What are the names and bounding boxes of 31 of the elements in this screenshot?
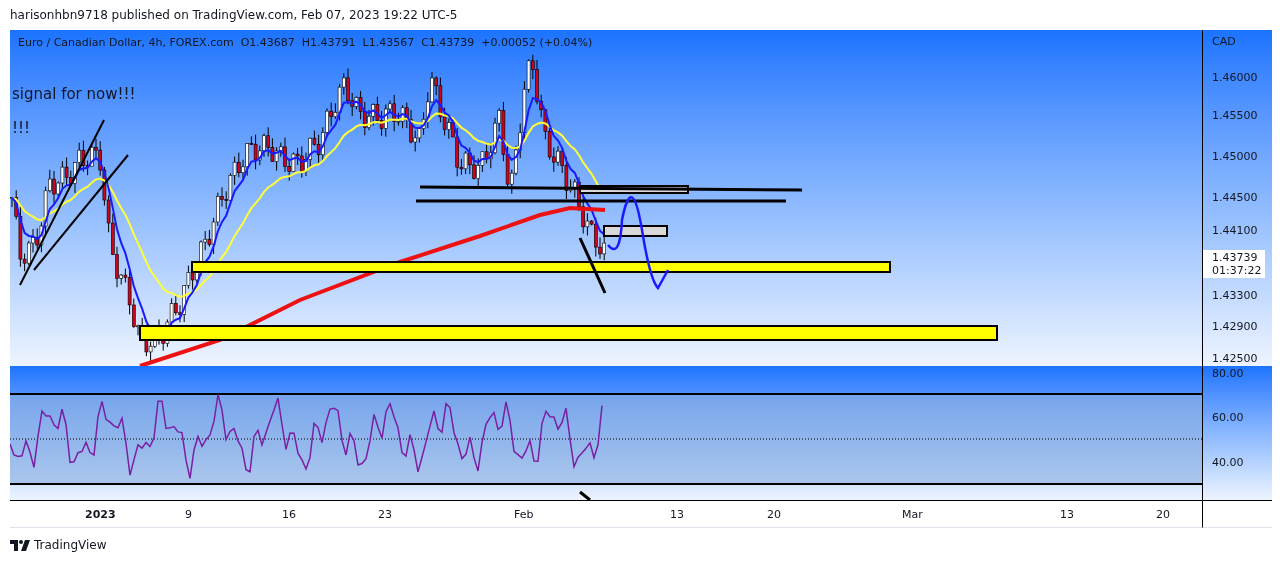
time-tick: 20 bbox=[1156, 506, 1170, 523]
price-tick: 1.43300 bbox=[1212, 287, 1258, 304]
chart-annotation: signal for now!!! bbox=[12, 83, 136, 105]
price-tick: 1.45500 bbox=[1212, 107, 1258, 124]
price-tick: 1.44100 bbox=[1212, 222, 1258, 239]
trend-line bbox=[578, 236, 607, 294]
time-tick: 2023 bbox=[85, 506, 116, 523]
time-tick: 9 bbox=[185, 506, 192, 523]
time-tick: 13 bbox=[1060, 506, 1074, 523]
time-tick: Feb bbox=[514, 506, 534, 523]
time-tick: 20 bbox=[767, 506, 781, 523]
time-tick: 23 bbox=[378, 506, 392, 523]
time-tick: 13 bbox=[670, 506, 684, 523]
chart-legend: Euro / Canadian Dollar, 4h, FOREX.com O1.43687 H1.43791 L1.43567 C1.43739 +0.00052 (+0.04%) bbox=[18, 34, 593, 52]
currency-label: CAD bbox=[1212, 33, 1236, 50]
rsi-tick: 40.00 bbox=[1212, 454, 1244, 471]
time-tick: 16 bbox=[282, 506, 296, 523]
time-tick: Mar bbox=[902, 506, 923, 523]
price-tick: 1.44500 bbox=[1212, 189, 1258, 206]
zone-rectangle bbox=[603, 224, 668, 237]
last-price-label: 1.43739 01:37:22 bbox=[1203, 249, 1265, 278]
price-tick: 1.42500 bbox=[1212, 350, 1258, 367]
brand-name: TradingView bbox=[34, 537, 107, 555]
logo-icon bbox=[10, 539, 30, 551]
publisher-line: harisonhbn9718 published on TradingView.com, Feb 07, 2023 19:22 UTC-5 bbox=[10, 6, 458, 24]
price-tick: 1.46000 bbox=[1212, 69, 1258, 86]
rsi-tick: 80.00 bbox=[1212, 365, 1244, 382]
chart-annotation: !!! bbox=[12, 118, 32, 140]
price-tick: 1.45000 bbox=[1212, 148, 1258, 165]
rsi-tick: 60.00 bbox=[1212, 409, 1244, 426]
price-tick: 1.42900 bbox=[1212, 318, 1258, 335]
